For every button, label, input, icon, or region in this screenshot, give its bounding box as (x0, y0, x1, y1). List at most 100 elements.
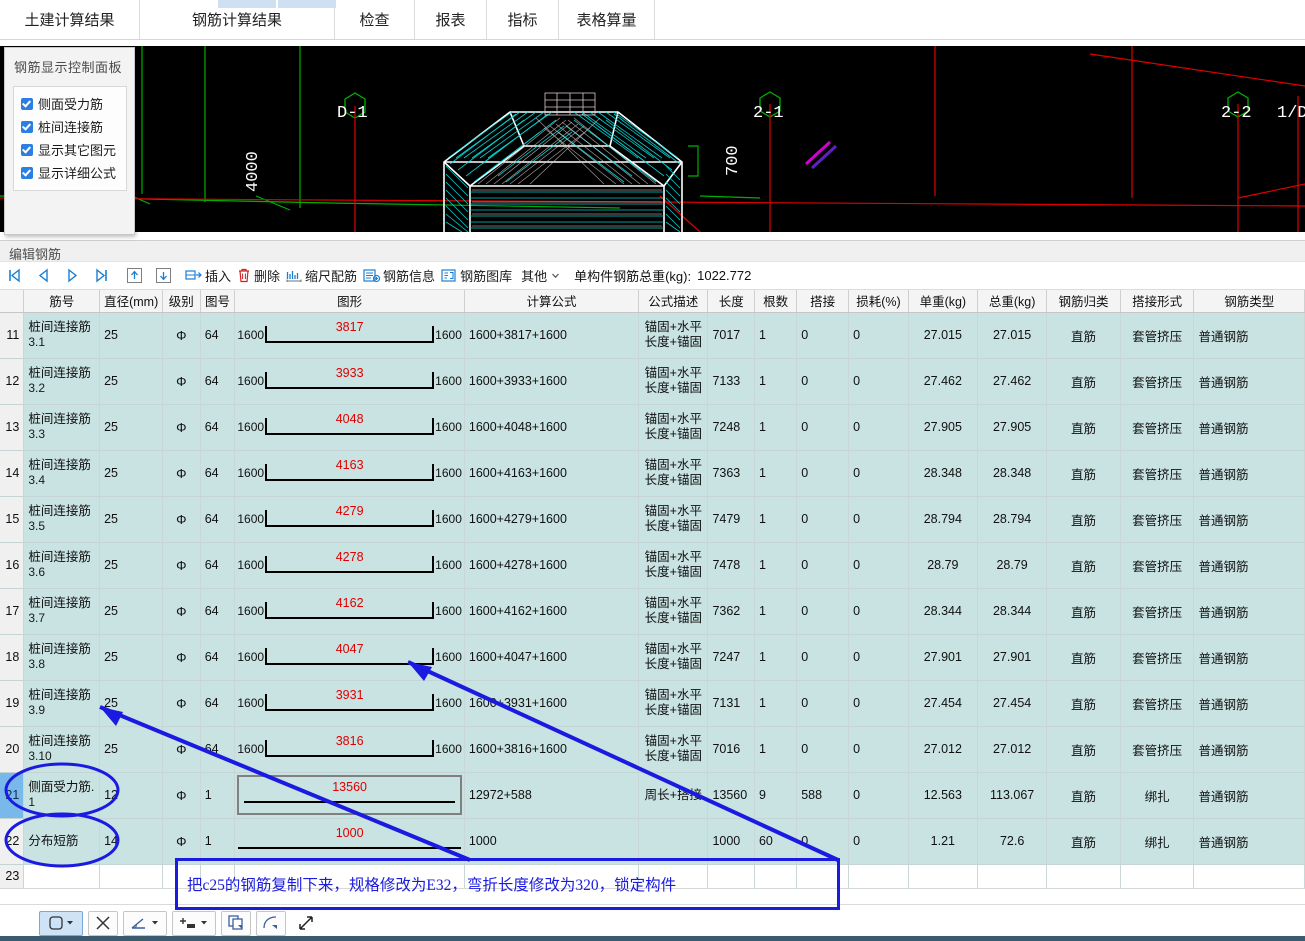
cell-shape[interactable]: 1600 3816 1600 (234, 726, 465, 773)
cell-total-weight[interactable]: 27.901 (977, 634, 1048, 681)
empty-cell[interactable] (977, 864, 1048, 889)
header-length[interactable]: 长度 (707, 290, 755, 313)
cell-length[interactable]: 7131 (707, 680, 755, 727)
cell-count[interactable]: 1 (754, 358, 798, 405)
first-row-button[interactable] (0, 262, 29, 290)
cell-rebar-type[interactable]: 普通钢筋 (1193, 312, 1305, 359)
cell-formula-desc[interactable]: 锚固+水平长度+锚固 (638, 634, 709, 681)
cell-loss[interactable]: 0 (848, 772, 909, 819)
cell-rebar-type[interactable]: 普通钢筋 (1193, 588, 1305, 635)
cell-lap-form[interactable]: 套管挤压 (1120, 542, 1195, 589)
cell-shape[interactable]: 1600 4279 1600 (234, 496, 465, 543)
cell-loss[interactable]: 0 (848, 358, 909, 405)
cell-diameter[interactable]: 25 (99, 312, 163, 359)
cell-lap-form[interactable]: 套管挤压 (1120, 404, 1195, 451)
header-rebar-no[interactable]: 筋号 (23, 290, 101, 313)
row-number[interactable]: 14 (0, 450, 25, 497)
header-count[interactable]: 根数 (754, 290, 798, 313)
cell-length[interactable]: 7479 (707, 496, 755, 543)
empty-cell[interactable] (638, 864, 709, 889)
row-number[interactable]: 12 (0, 358, 25, 405)
cell-grade[interactable]: Φ (162, 726, 201, 773)
cell-rebar-type[interactable]: 普通钢筋 (1193, 818, 1305, 865)
angle-tool[interactable] (123, 910, 167, 936)
shape-diagram[interactable]: 1600 4163 1600 (237, 451, 462, 495)
cell-rebar-category[interactable]: 直筋 (1046, 358, 1121, 405)
checkbox-icon-show-other[interactable] (21, 143, 33, 156)
header-diameter[interactable]: 直径(mm) (99, 290, 163, 313)
empty-cell[interactable] (848, 864, 909, 889)
cell-length[interactable]: 7133 (707, 358, 755, 405)
cell-lap-form[interactable]: 套管挤压 (1120, 358, 1195, 405)
cell-lap[interactable]: 0 (796, 542, 850, 589)
row-number[interactable]: 22 (0, 818, 25, 865)
cell-grade[interactable]: Φ (162, 634, 201, 681)
cell-length[interactable]: 7247 (707, 634, 755, 681)
cell-lap-form[interactable]: 套管挤压 (1120, 450, 1195, 497)
cell-formula-desc[interactable] (638, 818, 709, 865)
table-row[interactable]: 17 桩间连接筋 3.7 25 Φ 64 1600 4162 1600 1600+4162+160… (0, 588, 1305, 635)
cell-unit-weight[interactable]: 28.794 (908, 496, 978, 543)
header-lap-form[interactable]: 搭接形式 (1120, 290, 1195, 313)
cell-lap-form[interactable]: 绑扎 (1120, 772, 1195, 819)
cell-lap-form[interactable]: 套管挤压 (1120, 588, 1195, 635)
cell-rebar-type[interactable]: 普通钢筋 (1193, 358, 1305, 405)
rebar-info-button[interactable]: 钢筋信息 (360, 262, 438, 290)
cell-rebar-category[interactable]: 直筋 (1046, 772, 1121, 819)
empty-cell[interactable] (1193, 864, 1305, 889)
cell-rebar-category[interactable]: 直筋 (1046, 496, 1121, 543)
shape-diagram-selected[interactable]: 13560 (237, 775, 462, 815)
cell-count[interactable]: 1 (754, 450, 798, 497)
cell-formula-desc[interactable]: 周长+搭接 (638, 772, 709, 819)
cell-shape[interactable]: 1600 4163 1600 (234, 450, 465, 497)
cell-shape-no[interactable]: 64 (200, 358, 236, 405)
cell-rebar-category[interactable]: 直筋 (1046, 450, 1121, 497)
ghost-tab-1[interactable] (218, 0, 276, 8)
cell-shape-no[interactable]: 64 (200, 726, 236, 773)
cell-unit-weight[interactable]: 28.348 (908, 450, 978, 497)
move-up-button[interactable] (120, 262, 149, 290)
cell-lap[interactable]: 0 (796, 726, 850, 773)
table-row[interactable]: 21 侧面受力筋. 1 12 Φ 1 13560 12972+588 周长+搭接 13560 9 58… (0, 772, 1305, 819)
cad-viewport[interactable]: D-1 D-1 D-2 D-A 2-1 2-1 2-2 2-2 1/D 1/D … (0, 46, 1305, 232)
cell-rebar-no[interactable]: 桩间连接筋 3.7 (23, 588, 101, 635)
cell-rebar-type[interactable]: 普通钢筋 (1193, 404, 1305, 451)
header-total-weight[interactable]: 总重(kg) (977, 290, 1048, 313)
cell-formula[interactable]: 1000 (464, 818, 640, 865)
cell-length[interactable]: 1000 (707, 818, 755, 865)
cell-count[interactable]: 1 (754, 588, 798, 635)
cell-shape-no[interactable]: 64 (200, 588, 236, 635)
cell-shape-no[interactable]: 64 (200, 542, 236, 589)
cell-count[interactable]: 1 (754, 680, 798, 727)
shape-diagram[interactable]: 1600 3933 1600 (237, 359, 462, 403)
cell-total-weight[interactable]: 27.462 (977, 358, 1048, 405)
cell-lap-form[interactable]: 套管挤压 (1120, 312, 1195, 359)
checkbox-row-side-rebar[interactable]: 侧面受力筋 (14, 92, 126, 115)
cell-shape-no[interactable]: 64 (200, 404, 236, 451)
cell-shape[interactable]: 1000 (234, 818, 465, 865)
cell-rebar-no[interactable]: 桩间连接筋 3.2 (23, 358, 101, 405)
tab-indicator[interactable]: 指标 (487, 0, 559, 39)
cell-lap[interactable]: 0 (796, 634, 850, 681)
cell-rebar-no[interactable]: 桩间连接筋 3.6 (23, 542, 101, 589)
empty-cell[interactable] (23, 864, 101, 889)
cell-unit-weight[interactable]: 27.905 (908, 404, 978, 451)
cell-lap[interactable]: 0 (796, 358, 850, 405)
row-number[interactable]: 13 (0, 404, 25, 451)
cell-unit-weight[interactable]: 1.21 (908, 818, 978, 865)
delete-button[interactable]: 删除 (234, 262, 283, 290)
shape-diagram[interactable]: 1600 3817 1600 (237, 313, 462, 357)
table-row[interactable]: 16 桩间连接筋 3.6 25 Φ 64 1600 4278 1600 1600+4278+160… (0, 542, 1305, 589)
cell-grade[interactable]: Φ (162, 588, 201, 635)
add-dimension-tool[interactable] (172, 910, 216, 936)
cell-shape[interactable]: 13560 (234, 772, 465, 819)
cell-total-weight[interactable]: 27.454 (977, 680, 1048, 727)
cell-grade[interactable]: Φ (162, 312, 201, 359)
cell-formula-desc[interactable]: 锚固+水平长度+锚固 (638, 404, 709, 451)
cell-formula-desc[interactable]: 锚固+水平长度+锚固 (638, 726, 709, 773)
cell-rebar-no[interactable]: 侧面受力筋. 1 (23, 772, 101, 819)
insert-button[interactable]: 插入 (182, 262, 234, 290)
checkbox-icon-side-rebar[interactable] (21, 97, 33, 110)
cell-formula[interactable]: 1600+3816+1600 (464, 726, 640, 773)
table-row[interactable]: 14 桩间连接筋 3.4 25 Φ 64 1600 4163 1600 1600+4163+160… (0, 450, 1305, 497)
